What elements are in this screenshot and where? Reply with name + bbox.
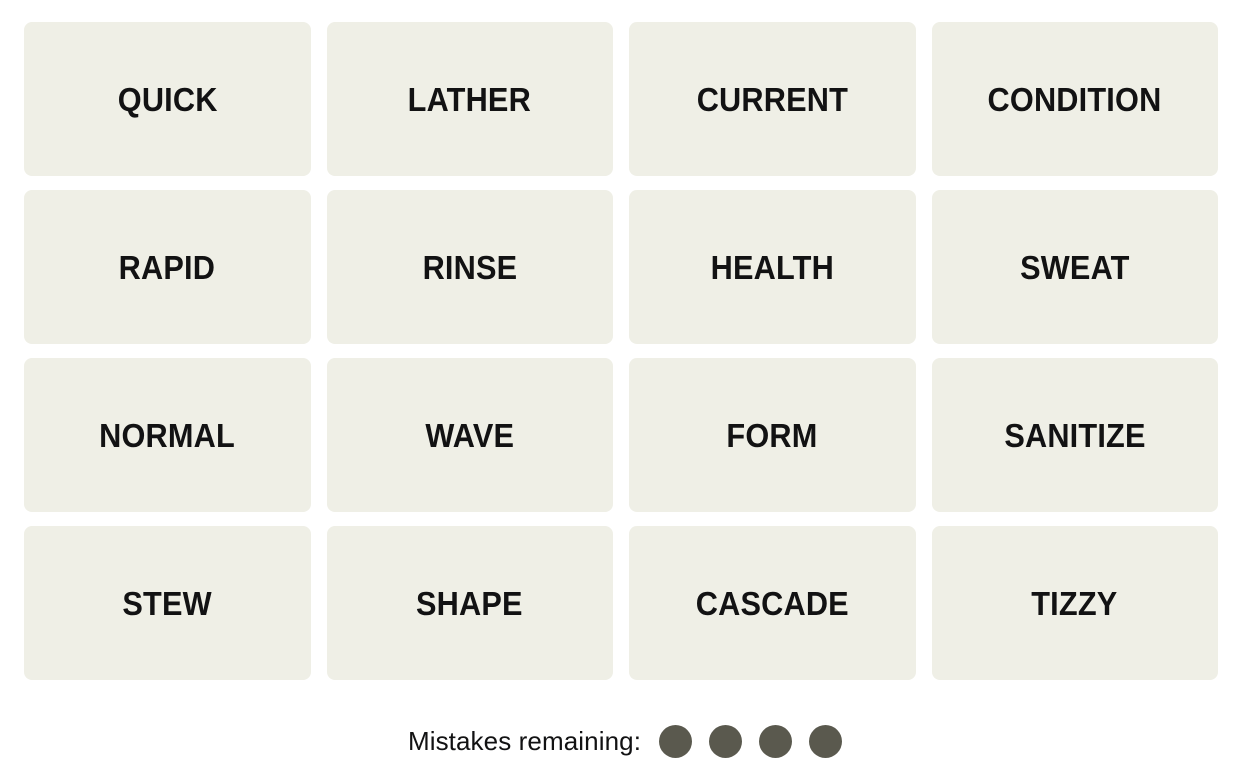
word-tile-label: SHAPE [416, 584, 524, 622]
word-tile-label: RAPID [119, 248, 216, 286]
word-tile-label: HEALTH [710, 248, 834, 286]
word-tile[interactable]: CONDITION [931, 22, 1218, 176]
word-tile[interactable]: CURRENT [629, 22, 916, 176]
word-tile-label: CASCADE [695, 584, 849, 622]
word-tile-label: CONDITION [987, 80, 1162, 118]
word-tile-label: FORM [726, 416, 818, 454]
word-tile[interactable]: RINSE [326, 190, 613, 344]
word-tile[interactable]: QUICK [24, 22, 311, 176]
word-tile[interactable]: SANITIZE [931, 358, 1218, 512]
mistake-dot-icon [759, 724, 793, 758]
mistakes-remaining-label: Mistakes remaining: [407, 726, 642, 756]
word-tile-label: RINSE [422, 248, 518, 286]
word-tile-label: LATHER [408, 80, 532, 118]
mistakes-dot-group [659, 724, 843, 758]
mistake-dot-icon [709, 724, 743, 758]
word-tile[interactable]: NORMAL [24, 358, 311, 512]
mistakes-remaining-row: Mistakes remaining: [0, 716, 1250, 766]
word-tile[interactable]: TIZZY [931, 526, 1218, 680]
word-tile-label: CURRENT [696, 80, 848, 118]
word-tile[interactable]: FORM [629, 358, 916, 512]
word-tile-label: TIZZY [1031, 584, 1118, 622]
word-tile-label: SANITIZE [1004, 416, 1146, 454]
mistake-dot-icon [659, 724, 693, 758]
word-tile[interactable]: STEW [24, 526, 311, 680]
word-tile[interactable]: WAVE [326, 358, 613, 512]
word-tile-label: NORMAL [99, 416, 236, 454]
word-tile-label: STEW [122, 584, 212, 622]
word-tile[interactable]: SWEAT [931, 190, 1218, 344]
mistake-dot-icon [809, 724, 843, 758]
word-tile-label: QUICK [117, 80, 218, 118]
word-tile[interactable]: RAPID [24, 190, 311, 344]
word-tile-grid: QUICK LATHER CURRENT CONDITION RAPID RINSE HEA… [24, 22, 1218, 680]
word-tile[interactable]: SHAPE [326, 526, 613, 680]
word-tile-label: WAVE [425, 416, 515, 454]
word-tile[interactable]: CASCADE [629, 526, 916, 680]
word-tile[interactable]: HEALTH [629, 190, 916, 344]
word-tile-label: SWEAT [1020, 248, 1130, 286]
word-tile[interactable]: LATHER [326, 22, 613, 176]
connections-game-board: QUICK LATHER CURRENT CONDITION RAPID RINSE HEA… [0, 0, 1250, 776]
